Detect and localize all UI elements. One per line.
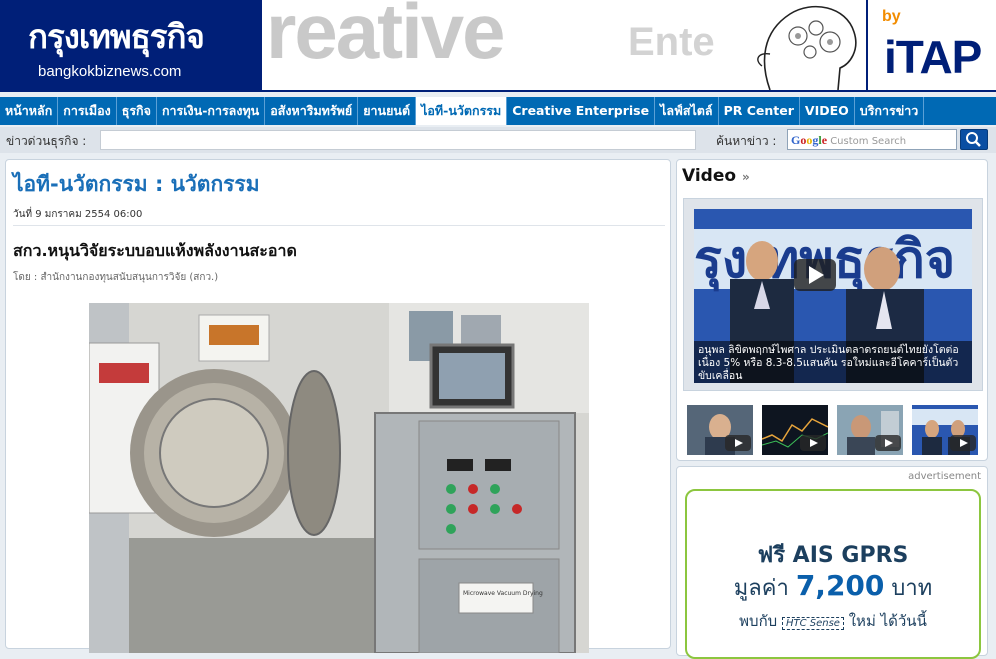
banner-word: reative (266, 0, 506, 75)
ad-headline: ฟรี AIS GPRS (757, 543, 909, 568)
logo-thai-text: กรุงเทพธุรกิจ (28, 17, 205, 56)
section-title: ไอที-นวัตกรรม : นวัตกรรม (13, 172, 260, 196)
nav-item-auto[interactable]: ยานยนต์ (358, 97, 417, 125)
article-headline: สกว.หนุนวิจัยระบบอบแห้งพลังงานสะอาด (13, 241, 297, 260)
microwave-drying-machine-image: Microwave Vacuum Drying (89, 303, 589, 653)
article-panel: ไอที-นวัตกรรม : นวัตกรรม วันที่ 9 มกราคม… (5, 159, 671, 653)
banner-by-text: by (882, 8, 901, 25)
htc-sense-logo: HTC Sense (781, 617, 844, 630)
play-icon (950, 435, 976, 451)
divider (13, 225, 665, 226)
nav-item-politics[interactable]: การเมือง (58, 97, 117, 125)
article-byline: โดย : สำนักงานกองทุนสนับสนุนการวิจัย (สก… (13, 272, 219, 283)
video-thumbnail[interactable] (687, 405, 753, 455)
machine-sign-text: Microwave Vacuum Drying (463, 590, 543, 597)
nav-item-video[interactable]: VIDEO (800, 97, 855, 125)
thinking-head-illustration (757, 5, 857, 90)
search-input[interactable]: Google Custom Search (787, 129, 957, 150)
ad-tagline: พบกับ HTC Sense ใหม่ ได้วันนี้ (739, 612, 927, 630)
search-icon (966, 132, 981, 147)
breaking-news-bar: ข่าวด่วนธุรกิจ : ค้นหาข่าว : Google Cust… (0, 127, 996, 153)
logo-domain-text: bangkokbiznews.com (38, 63, 182, 80)
search-label: ค้นหาข่าว : (716, 134, 777, 148)
nav-item-news-service[interactable]: บริการข่าว (855, 97, 925, 125)
google-logo-text: Google (791, 133, 828, 147)
breaking-news-label: ข่าวด่วนธุรกิจ : (6, 134, 87, 148)
ad-value-line: มูลค่า 7,200 บาท (733, 569, 933, 602)
nav-item-property[interactable]: อสังหาริมทรัพย์ (265, 97, 359, 125)
article-date: วันที่ 9 มกราคม 2554 06:00 (13, 209, 143, 220)
nav-item-business[interactable]: ธุรกิจ (117, 97, 157, 125)
video-panel: Video » รุงเทพธุรกิจ อนุพล ลิขิตพฤกษ์ไพศ… (676, 159, 988, 461)
chevron-right-icon: » (742, 170, 750, 184)
banner-word-2: Ente (628, 20, 715, 64)
banner-brand-text: iTAP (884, 31, 982, 83)
video-thumbnail[interactable] (837, 405, 903, 455)
breaking-news-ticker[interactable] (100, 130, 696, 150)
search-placeholder: Custom Search (830, 136, 907, 147)
ais-gprs-ad[interactable]: ฟรี AIS GPRS มูลค่า 7,200 บาท พบกับ HTC … (685, 489, 981, 659)
play-icon (875, 435, 901, 451)
play-icon (800, 435, 826, 451)
video-frame: รุงเทพธุรกิจ อนุพล ลิขิตพฤกษ์ไพศาล ประเม… (683, 198, 983, 391)
advertisement-panel: advertisement ฟรี AIS GPRS มูลค่า 7,200 … (676, 466, 988, 659)
video-title[interactable]: Video » (682, 166, 750, 186)
nav-item-it-innovation[interactable]: ไอที-นวัตกรรม (416, 97, 508, 125)
video-player[interactable]: รุงเทพธุรกิจ อนุพล ลิขิตพฤกษ์ไพศาล ประเม… (694, 209, 972, 383)
nav-item-creative-enterprise[interactable]: Creative Enterprise (507, 97, 656, 125)
article-photo: Microwave Vacuum Drying (89, 303, 589, 653)
header-banner[interactable]: reative Ente by iTAP (262, 0, 996, 92)
advertisement-label: advertisement (908, 471, 981, 482)
nav-item-pr-center[interactable]: PR Center (719, 97, 800, 125)
nav-item-home[interactable]: หน้าหลัก (0, 97, 59, 125)
nav-item-lifestyle[interactable]: ไลฟ์สไตล์ (655, 97, 719, 125)
site-logo[interactable]: กรุงเทพธุรกิจ bangkokbiznews.com (0, 0, 262, 92)
search-button[interactable] (960, 129, 988, 150)
video-thumbnails (687, 405, 983, 455)
itap-brand: by iTAP (866, 0, 996, 90)
video-caption: อนุพล ลิขิตพฤกษ์ไพศาล ประเมินตลาดรถยนต์ไ… (694, 341, 972, 383)
video-thumbnail[interactable] (912, 405, 978, 455)
main-nav: หน้าหลัก การเมือง ธุรกิจ การเงิน-การลงทุ… (0, 97, 996, 125)
video-thumbnail[interactable] (762, 405, 828, 455)
nav-item-finance[interactable]: การเงิน-การลงทุน (157, 97, 266, 125)
site-header: กรุงเทพธุรกิจ bangkokbiznews.com reative… (0, 0, 996, 92)
play-icon (725, 435, 751, 451)
